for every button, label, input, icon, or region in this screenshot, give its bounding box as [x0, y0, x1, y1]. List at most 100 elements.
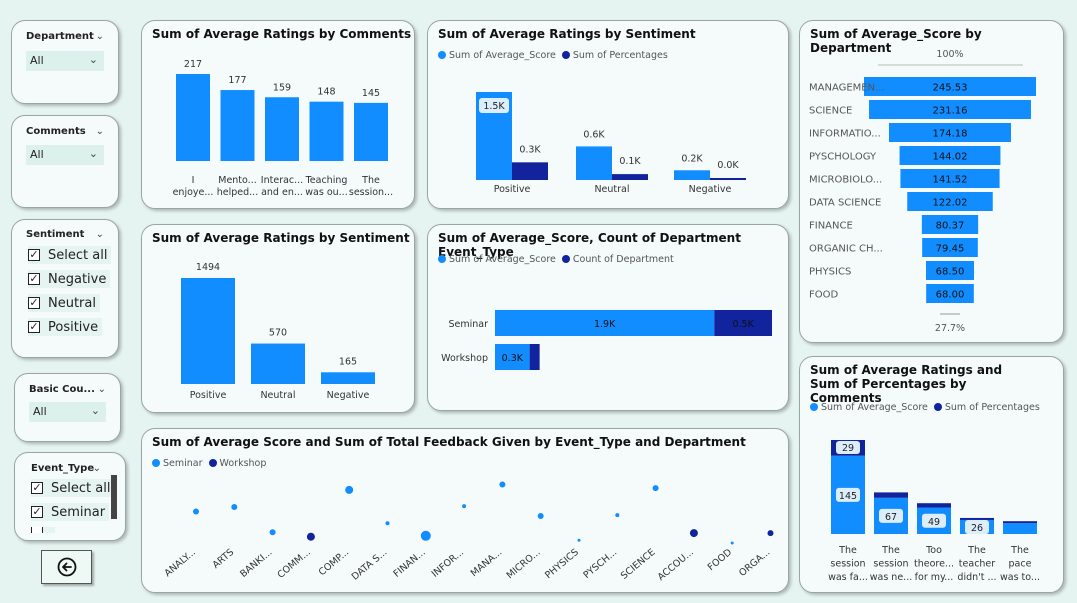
checkbox-checked-icon[interactable]: ✓ [31, 482, 43, 494]
data-label: 79.45 [936, 244, 965, 255]
sentiment-option-neutral[interactable]: ✓ Neutral [28, 294, 100, 312]
category-label: ANALY... [162, 547, 197, 579]
data-label: 145 [362, 88, 380, 99]
scatter-point [306, 532, 315, 541]
bar-chart: 217 I enjoye... 177 Mento... helped... 159 Inte… [173, 59, 394, 198]
event-type-slicer-title: Event_Type [31, 463, 95, 474]
data-label: 165 [339, 356, 357, 367]
bar-chart: 1494 Positive 570 Neutral 165 Negative [181, 262, 375, 401]
data-label: 0.3K [519, 144, 541, 155]
chart-score-by-department: Sum of Average_Score by Department 100% 2… [799, 20, 1064, 343]
category-label: INFORMATIO... [809, 129, 881, 140]
scatter-point [193, 508, 199, 515]
chart-ratings-by-sentiment: Sum of Average Ratings by Sentiment 1494… [141, 224, 415, 413]
bar [265, 97, 299, 161]
basic-slicer: Basic Cou... ⌄ All ⌄ [14, 373, 121, 442]
category-label: Seminar [448, 319, 488, 330]
category-label: FINAN... [392, 547, 428, 580]
sentiment-option-negative[interactable]: ✓ Negative [28, 270, 111, 288]
data-label: 570 [269, 328, 287, 339]
category-label: ORGA... [737, 547, 772, 579]
category-label: MANAGEMEN... [809, 83, 885, 94]
option-label: Positive [48, 319, 99, 335]
category-label: Positive [494, 184, 531, 195]
chevron-down-icon[interactable]: ⌄ [98, 384, 106, 395]
category-label: DATA S... [350, 547, 390, 583]
data-label: 231.16 [933, 106, 968, 117]
bar [220, 90, 255, 161]
category-label: MANA... [469, 547, 505, 579]
arrow-left-circle-icon [57, 557, 76, 577]
category-label: The session... [349, 175, 393, 198]
checkbox-checked-icon[interactable]: ✓ [28, 321, 40, 333]
department-slicer: Department ⌄ All ⌄ [11, 20, 119, 104]
basic-dropdown[interactable]: All ⌄ [29, 402, 106, 422]
checkbox-checked-icon[interactable]: ✓ [28, 297, 40, 309]
stacked-bar-chart: 1.9K 0.5K Seminar 0.3K Workshop [441, 310, 772, 370]
scatter-point [767, 530, 774, 537]
data-label: 145 [839, 491, 857, 502]
scatter-point [231, 504, 238, 510]
comments-dropdown[interactable]: All ⌄ [26, 145, 104, 165]
bar [309, 101, 344, 161]
bar-segment [1003, 523, 1037, 534]
scatter-point [269, 529, 276, 536]
scatter-point [345, 485, 354, 494]
chevron-down-icon: ⌄ [88, 53, 98, 66]
category-label: The session was fa... [828, 545, 868, 583]
category-label: MICROBIOLO... [809, 175, 882, 186]
category-label: PYSCHOLOGY [809, 152, 877, 163]
category-label: Ienjoye... [173, 175, 214, 198]
back-button[interactable] [41, 550, 92, 584]
data-label: 148 [317, 87, 335, 98]
checkbox-checked-icon[interactable] [31, 527, 43, 533]
data-label: 1494 [196, 262, 220, 273]
chart-ratings-by-comments: Sum of Average Ratings by Comments 217 Ie… [141, 20, 415, 209]
chevron-down-icon[interactable]: ⌄ [93, 463, 101, 474]
checkbox-checked-icon[interactable]: ✓ [31, 506, 43, 518]
event-type-option-select-all[interactable]: ✓ Select all [31, 479, 115, 497]
event-type-option-partial[interactable] [31, 527, 55, 533]
category-label: The pace was to... [1000, 545, 1040, 583]
bar [512, 162, 548, 180]
option-label: Neutral [48, 295, 96, 311]
category-label: COMM... [275, 547, 312, 581]
basic-dropdown-value: All [33, 405, 47, 418]
category-label: Interac... and en... [261, 175, 303, 198]
category-label: ARTS [211, 547, 237, 571]
bar-segment [917, 503, 951, 508]
chevron-down-icon: ⌄ [88, 147, 98, 160]
bar-segment [529, 344, 540, 370]
department-dropdown[interactable]: All ⌄ [26, 51, 104, 71]
data-label: 1.9K [594, 319, 616, 330]
data-label: 49 [928, 517, 940, 528]
chevron-down-icon: ⌄ [90, 404, 100, 417]
data-label: 141.52 [933, 175, 968, 186]
option-label: Seminar [51, 504, 106, 520]
event-type-option-seminar[interactable]: ✓ Seminar [31, 503, 110, 521]
bar-segment [874, 492, 908, 498]
data-label: 0.0K [717, 160, 739, 171]
data-label: 68.00 [936, 290, 965, 301]
chevron-down-icon[interactable]: ⌄ [96, 126, 104, 137]
option-label: Select all [51, 480, 111, 496]
chevron-down-icon[interactable]: ⌄ [96, 229, 104, 240]
checkbox-checked-icon[interactable]: ✓ [28, 249, 40, 261]
comments-dropdown-value: All [30, 148, 44, 161]
category-label: Neutral [594, 184, 629, 195]
checkbox-checked-icon[interactable]: ✓ [28, 273, 40, 285]
data-label: 68.50 [936, 267, 965, 278]
option-label: Negative [48, 271, 107, 287]
data-label: 0.6K [583, 129, 605, 140]
sentiment-option-positive[interactable]: ✓ Positive [28, 318, 103, 336]
chart-ratings-by-sentiment-clustered: Sum of Average Ratings by Sentiment Sum … [427, 20, 789, 209]
category-label: PYSCH... [581, 547, 619, 581]
category-label: PHYSICS [809, 267, 851, 278]
chevron-down-icon[interactable]: ⌄ [96, 31, 104, 42]
department-slicer-title: Department [26, 31, 94, 42]
stacked-bar-chart: 145 29 The session was fa... 67 The session was … [828, 440, 1040, 583]
scrollbar-thumb[interactable] [111, 475, 117, 519]
sentiment-option-select-all[interactable]: ✓ Select all [28, 246, 112, 264]
comments-slicer-title: Comments [26, 126, 86, 137]
data-label: 0.5K [732, 319, 754, 330]
